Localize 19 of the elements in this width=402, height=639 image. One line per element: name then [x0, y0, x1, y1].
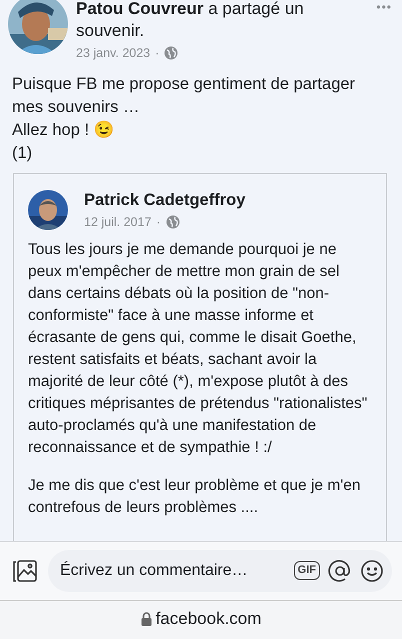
globe-icon: [166, 214, 180, 229]
post-header-text: Patou Couvreur a partagé un souvenir.: [76, 0, 305, 42]
photo-icon[interactable]: [12, 558, 38, 584]
comment-field[interactable]: Écrivez un commentaire…: [60, 554, 286, 587]
lock-icon: [140, 612, 152, 626]
separator-dot: ·: [156, 214, 161, 230]
post-text-line: Puisque FB me propose gentiment de partager mes souvenirs …: [12, 74, 356, 118]
post-text-line: (1): [12, 142, 34, 164]
url-text[interactable]: facebook.com: [156, 606, 262, 632]
separator-dot: ·: [155, 45, 160, 62]
shared-post-paragraph: Tous les jours je me demande pourquoi je ne peux m'empêcher de mettre mon grain de sel dans certains débats où la position de "non-conformiste" face à une masse informe et écrasante de gens qui, comme le disait Goethe, restent satisfaits et béats, sachant avoir la majorité de leur côté (*), m'expose plutôt à des critiques méprisantes de prétendus "rationalistes" auto-proclamés qu'à une manifestation de reconnaissance et de sympathie ! :/: [28, 240, 368, 458]
shared-post-paragraph: Je me dis que c'est leur problème et que je m'en contrefous de leurs problèmes ....: [28, 476, 362, 518]
globe-icon: [164, 46, 178, 60]
mention-icon[interactable]: [328, 558, 352, 583]
shared-post-card[interactable]: [13, 172, 387, 541]
shared-author-name[interactable]: Patrick Cadetgeffroy: [84, 188, 246, 212]
emoji-icon[interactable]: [360, 558, 384, 583]
gif-button[interactable]: GIF: [294, 561, 320, 580]
post-text-line: Allez hop ! 😉: [12, 120, 116, 141]
